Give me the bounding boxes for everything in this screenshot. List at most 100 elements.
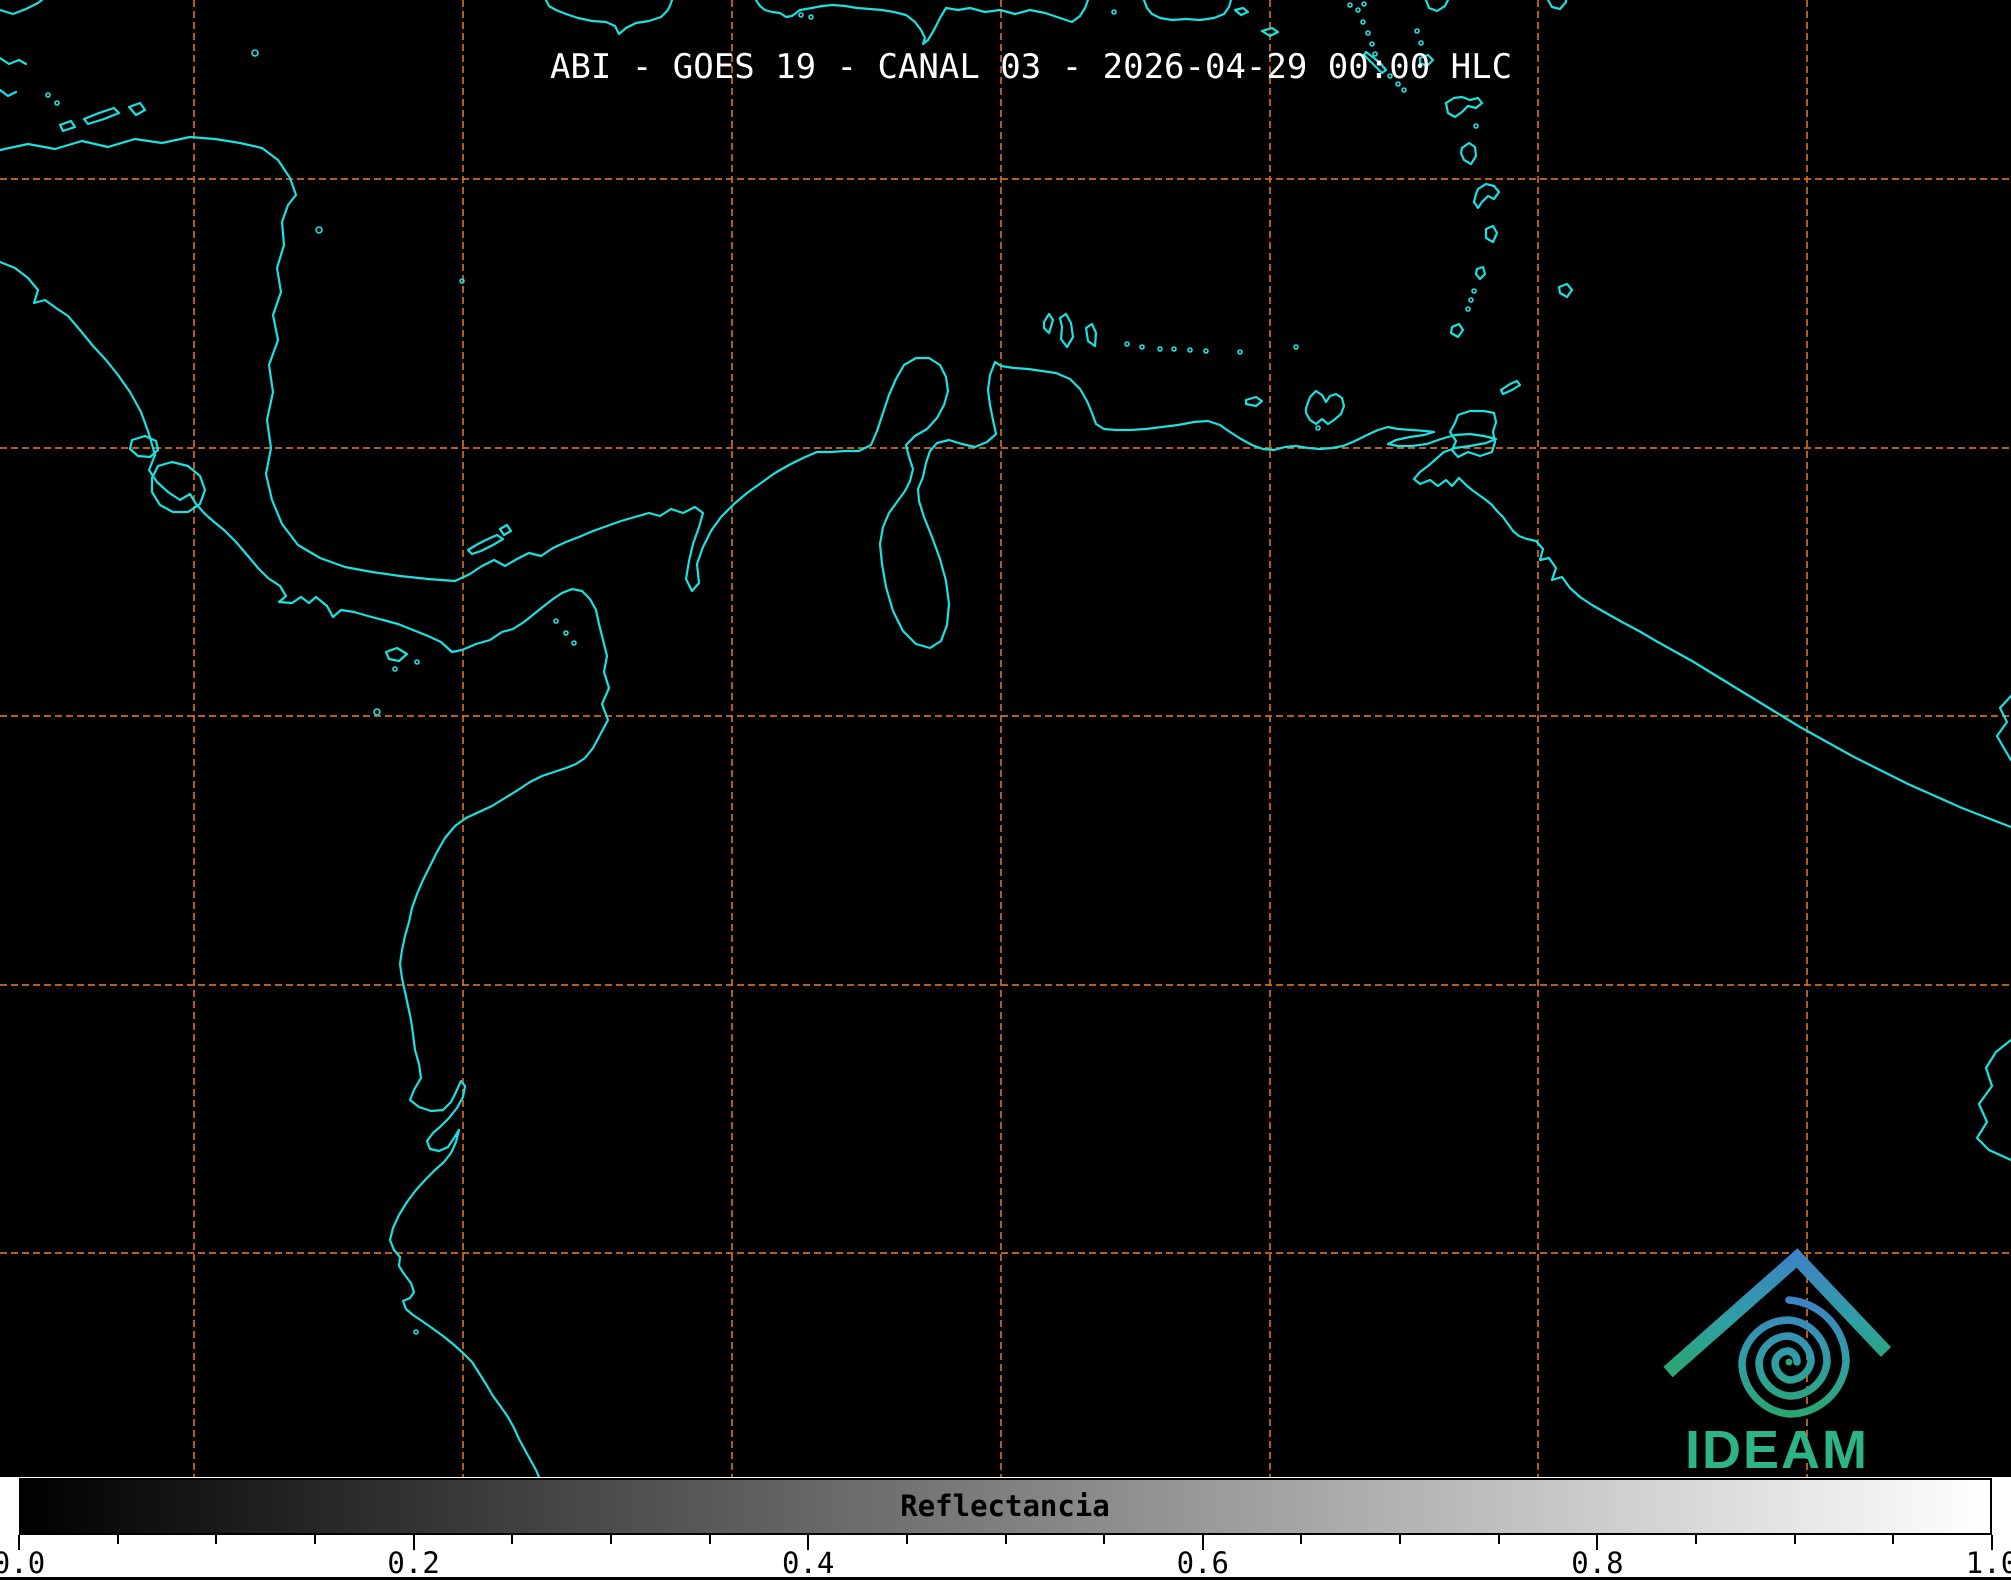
coastline-bonaire	[1084, 322, 1098, 348]
island-dot	[1124, 341, 1130, 347]
island-dot	[315, 226, 323, 234]
coastline-dominica	[1459, 141, 1478, 166]
colorbar-tick-label: 1.0	[1965, 1546, 2011, 1580]
coastline-coiba	[384, 646, 409, 663]
colorbar-minor-tick	[1695, 1535, 1698, 1544]
island-dot	[373, 708, 381, 716]
coastline-martinique	[1472, 182, 1501, 210]
coastline-guadeloupe-top-fragment	[1424, 0, 1450, 13]
colorbar-footer: Reflectancia 0.0 0.2 0.4 0.6 0.8 1.0	[0, 1477, 2011, 1580]
coastline-bocas-del-toro	[466, 533, 505, 556]
coastline-hispaniola-fragment	[754, 0, 1090, 46]
colorbar-minor-tick	[1103, 1535, 1106, 1544]
island-dot	[1315, 425, 1321, 431]
island-dot	[1361, 1, 1367, 7]
island-dot	[1465, 306, 1471, 312]
colorbar-minor-tick	[1399, 1535, 1402, 1544]
colorbar-tick-label: 0.6	[1176, 1546, 1229, 1580]
coastline-puerto-rico-fragment	[1142, 0, 1233, 22]
island-dot	[1473, 123, 1479, 129]
island-dot	[413, 1329, 419, 1335]
coastline-la-tortuga	[1244, 395, 1264, 408]
colorbar-minor-tick	[1004, 1535, 1007, 1544]
island-dot	[54, 100, 60, 106]
island-dot	[1414, 28, 1420, 34]
island-dot	[1293, 344, 1299, 350]
coastline-margarita	[1304, 389, 1346, 426]
coastline-grenada	[1449, 322, 1465, 339]
island-dot	[1171, 346, 1177, 352]
coastline-guanaja	[127, 101, 147, 117]
island-dot	[1418, 40, 1424, 46]
colorbar-minor-tick	[313, 1535, 316, 1544]
colorbar-minor-tick	[511, 1535, 514, 1544]
island-dot	[1355, 7, 1361, 13]
coastline-roatan	[82, 106, 121, 126]
island-dot	[571, 640, 577, 646]
island-dot	[1471, 288, 1477, 294]
colorbar-minor-tick	[1497, 1535, 1500, 1544]
coastline-barbados	[1557, 282, 1574, 299]
island-dot	[563, 630, 569, 636]
colorbar-tick-label: 0.2	[387, 1546, 440, 1580]
island-dot	[1347, 2, 1353, 8]
coastline-vieques	[1233, 6, 1250, 17]
logo-wordmark: IDEAM	[1685, 1420, 1869, 1477]
coastline-jamaica-fragment	[544, 0, 674, 36]
coastline-top-left-fragment-3	[0, 88, 18, 98]
colorbar-minor-tick	[116, 1535, 119, 1544]
coastline-guadeloupe	[1444, 95, 1484, 119]
colorbar-minor-tick	[1793, 1535, 1796, 1544]
island-dot	[1401, 87, 1407, 93]
coastline-top-right-fragment	[1546, 0, 1568, 11]
island-dot	[1203, 348, 1209, 354]
island-dot	[414, 659, 420, 665]
island-dot	[1369, 41, 1375, 47]
island-dot	[45, 92, 51, 98]
island-dot	[1111, 9, 1117, 15]
island-dot	[459, 278, 465, 284]
colorbar-minor-tick	[905, 1535, 908, 1544]
colorbar-minor-tick	[609, 1535, 612, 1544]
island-dot	[808, 14, 814, 20]
coastline-caribbean-mainland	[0, 135, 2011, 829]
coastline-top-left-fragment-1	[0, 0, 44, 16]
coastline-bocas-islet	[498, 523, 513, 537]
island-dot	[251, 49, 259, 57]
colorbar-minor-tick	[1892, 1535, 1895, 1544]
colorbar-tick-label: 0.4	[781, 1546, 835, 1580]
coastline-lake-managua	[128, 434, 160, 459]
colorbar-minor-tick	[215, 1535, 218, 1544]
island-dot	[1237, 349, 1243, 355]
island-dot	[1360, 19, 1366, 25]
map-title: ABI - GOES 19 - CANAL 03 - 2026-04-29 00…	[549, 47, 1513, 87]
coastline-pacific-mainland	[0, 260, 611, 1477]
coastline-amapa-edge-fragment	[1975, 1038, 2011, 1162]
coastline-curacao	[1058, 312, 1075, 349]
coastline-tobago	[1499, 379, 1522, 396]
colorbar-tick-label: 0.8	[1571, 1546, 1624, 1580]
coastline-utila	[58, 119, 77, 133]
island-dot	[553, 618, 559, 624]
island-dot	[798, 12, 804, 18]
colorbar-minor-tick	[708, 1535, 711, 1544]
island-dot	[392, 666, 398, 672]
coastline-aruba	[1042, 312, 1055, 335]
island-dot	[1157, 346, 1163, 352]
coastline-top-left-fragment-2	[0, 56, 28, 66]
colorbar-tick-label: 0.0	[0, 1546, 46, 1580]
island-dot	[1187, 347, 1193, 353]
colorbar-label: Reflectancia	[900, 1489, 1110, 1523]
island-dot	[1365, 30, 1371, 36]
coastline-st-vincent	[1474, 265, 1487, 281]
coastline-st-lucia	[1484, 224, 1499, 244]
colorbar-minor-tick	[1300, 1535, 1303, 1544]
logo-spiral-eye	[1785, 1358, 1793, 1366]
coastline-essequibo-edge-fragment	[1995, 694, 2011, 762]
coastline-st-croix	[1260, 26, 1280, 38]
island-dot	[1139, 344, 1145, 350]
logo-spiral-icon	[1738, 1296, 1850, 1418]
satellite-map-area: ABI - GOES 19 - CANAL 03 - 2026-04-29 00…	[0, 0, 2011, 1477]
ideam-logo: IDEAM	[1663, 1248, 1892, 1477]
island-dot	[1468, 297, 1474, 303]
